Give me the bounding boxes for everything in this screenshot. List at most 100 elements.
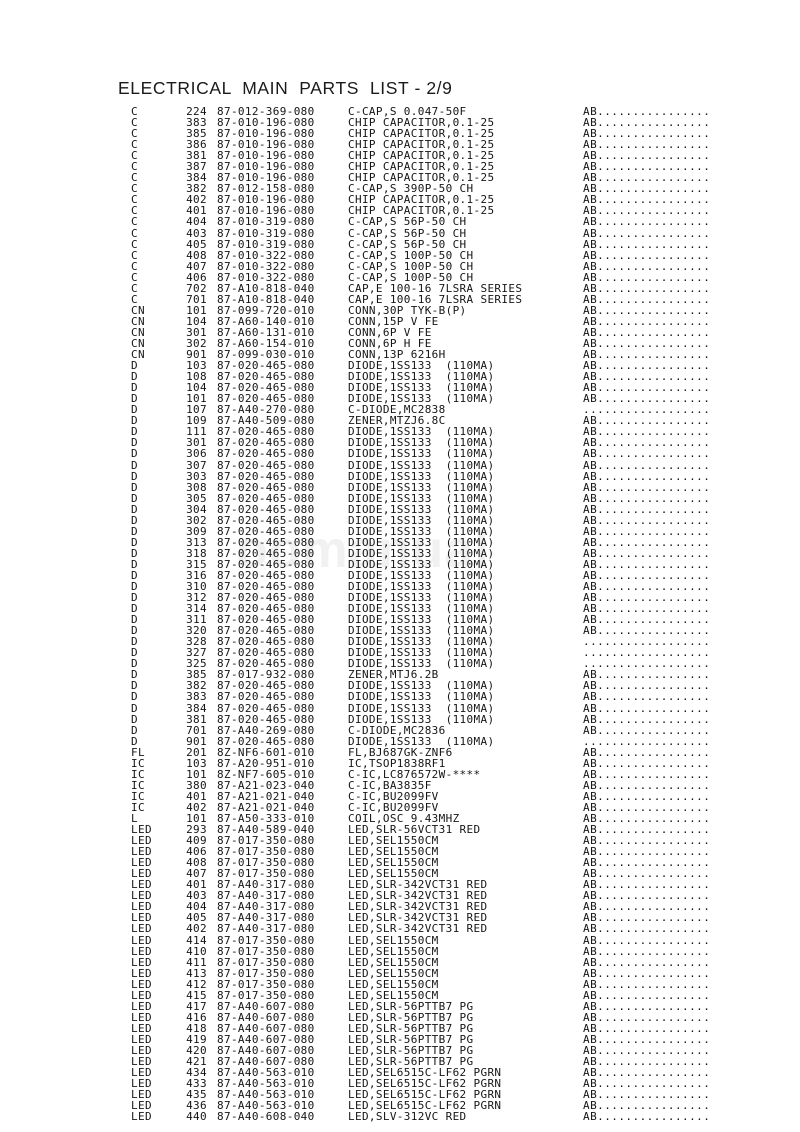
table-row: D 307 87-020-465-080 DIODE,1SS133 (110MA) AB… (131, 458, 783, 472)
cell-marking: AB................ (583, 226, 711, 240)
cell-marking: AB................ (583, 690, 711, 704)
cell-ref: D (131, 690, 138, 704)
cell-ref: LED (131, 1110, 152, 1124)
table-row: LED 414 87-017-350-080 LED,SEL1550CM AB.....… (131, 933, 783, 947)
cell-ref: LED (131, 922, 152, 936)
cell-marking: AB................ (583, 469, 711, 483)
cell-part-no: 87-A40-608-040 (217, 1110, 315, 1124)
table-row: C 405 87-010-319-080 C-CAP,S 56P-50 CH AB...… (131, 239, 783, 250)
parts-list-body: C 224 87-012-369-080 C-CAP,S 0.047-50F AB...… (131, 106, 783, 1122)
document-page: ELECTRICAL MAIN PARTS LIST - 2/9 oomanua… (0, 0, 800, 1132)
cell-description: DIODE,1SS133 (110MA) (348, 690, 495, 704)
cell-description: LED,SLV-312VC RED (348, 1110, 467, 1124)
cell-ref: D (131, 469, 138, 483)
cell-number: 306 (186, 447, 207, 461)
cell-description: C-CAP,S 56P-50 CH (348, 226, 467, 240)
cell-description: C-DIODE,MC2836 (348, 723, 446, 737)
cell-number: 383 (186, 690, 207, 704)
cell-ref: LED (131, 933, 152, 947)
table-row: LED 440 87-A40-608-040 LED,SLV-312VC RED AB.… (131, 1111, 783, 1122)
cell-part-no: 87-020-465-080 (217, 447, 315, 461)
cell-number: 307 (186, 458, 207, 472)
cell-marking: AB................ (583, 480, 711, 494)
cell-number: 403 (186, 226, 207, 240)
cell-marking: AB................ (583, 922, 711, 936)
table-row: D 303 87-020-465-080 DIODE,1SS133 (110MA) AB… (131, 469, 783, 483)
table-row: D 306 87-020-465-080 DIODE,1SS133 (110MA) AB… (131, 448, 783, 459)
table-row: LED 410 87-017-350-080 LED,SEL1550CM AB.....… (131, 946, 783, 957)
page-title: ELECTRICAL MAIN PARTS LIST - 2/9 (118, 78, 453, 98)
cell-marking: AB................ (583, 955, 711, 969)
cell-part-no: 87-010-319-080 (217, 215, 315, 229)
cell-number: 384 (186, 701, 207, 715)
cell-ref: D (131, 701, 138, 715)
cell-ref: D (131, 480, 138, 494)
cell-number: 411 (186, 955, 207, 969)
cell-description: DIODE,1SS133 (110MA) (348, 458, 495, 472)
table-row: C 408 87-010-322-080 C-CAP,S 100P-50 CH AB..… (131, 250, 783, 261)
cell-part-no: 87-017-350-080 (217, 955, 315, 969)
table-row: LED 411 87-017-350-080 LED,SEL1550CM AB.....… (131, 957, 783, 968)
table-row: D 308 87-020-465-080 DIODE,1SS133 (110MA) AB… (131, 482, 783, 493)
cell-number: 303 (186, 469, 207, 483)
cell-description: DIODE,1SS133 (110MA) (348, 701, 495, 715)
cell-part-no: 87-017-350-080 (217, 933, 315, 947)
cell-description: LED,SLR-342VCT31 RED (348, 922, 488, 936)
cell-marking: AB................ (583, 237, 711, 251)
table-row: LED 402 87-A40-317-080 LED,SLR-342VCT31 RED… (131, 923, 783, 934)
cell-number: 402 (186, 922, 207, 936)
cell-description: C-CAP,S 100P-50 CH (348, 248, 474, 262)
cell-ref: D (131, 458, 138, 472)
table-row: D 381 87-020-465-080 DIODE,1SS133 (110MA) AB… (131, 714, 783, 725)
cell-number: 440 (186, 1110, 207, 1124)
cell-part-no: 87-010-319-080 (217, 237, 315, 251)
cell-part-no: 87-A40-317-080 (217, 922, 315, 936)
cell-number: 408 (186, 248, 207, 262)
cell-marking: AB................ (583, 458, 711, 472)
cell-ref: C (131, 215, 138, 229)
cell-part-no: 87-017-350-080 (217, 944, 315, 958)
cell-ref: C (131, 226, 138, 240)
cell-ref: D (131, 447, 138, 461)
cell-description: DIODE,1SS133 (110MA) (348, 480, 495, 494)
cell-marking: AB................ (583, 701, 711, 715)
cell-ref: D (131, 712, 138, 726)
cell-ref: C (131, 248, 138, 262)
cell-part-no: 87-010-322-080 (217, 248, 315, 262)
table-row: D 384 87-020-465-080 DIODE,1SS133 (110MA) AB… (131, 701, 783, 715)
cell-part-no: 87-020-465-080 (217, 712, 315, 726)
cell-part-no: 87-020-465-080 (217, 690, 315, 704)
cell-number: 404 (186, 215, 207, 229)
cell-description: C-CAP,S 56P-50 CH (348, 215, 467, 229)
cell-ref: LED (131, 944, 152, 958)
cell-marking: AB................ (583, 1110, 711, 1124)
cell-description: LED,SEL1550CM (348, 955, 439, 969)
cell-part-no: 87-020-465-080 (217, 469, 315, 483)
table-row: D 701 87-A40-269-080 C-DIODE,MC2836 AB......… (131, 725, 783, 736)
table-row: D 383 87-020-465-080 DIODE,1SS133 (110MA) AB… (131, 691, 783, 702)
cell-number: 405 (186, 237, 207, 251)
cell-marking: AB................ (583, 944, 711, 958)
cell-number: 701 (186, 723, 207, 737)
cell-marking: AB................ (583, 215, 711, 229)
cell-description: LED,SEL1550CM (348, 933, 439, 947)
cell-part-no: 87-020-465-080 (217, 480, 315, 494)
table-row: C 403 87-010-319-080 C-CAP,S 56P-50 CH AB...… (131, 226, 783, 240)
cell-number: 414 (186, 933, 207, 947)
table-row: C 404 87-010-319-080 C-CAP,S 56P-50 CH AB...… (131, 216, 783, 227)
cell-part-no: 87-A40-269-080 (217, 723, 315, 737)
cell-description: LED,SEL1550CM (348, 944, 439, 958)
cell-marking: AB................ (583, 447, 711, 461)
cell-number: 410 (186, 944, 207, 958)
cell-marking: AB................ (583, 248, 711, 262)
cell-description: C-CAP,S 56P-50 CH (348, 237, 467, 251)
cell-part-no: 87-010-319-080 (217, 226, 315, 240)
cell-description: DIODE,1SS133 (110MA) (348, 447, 495, 461)
parts-list-table: C 224 87-012-369-080 C-CAP,S 0.047-50F AB...… (131, 106, 783, 1122)
cell-marking: AB................ (583, 723, 711, 737)
cell-part-no: 87-020-465-080 (217, 701, 315, 715)
cell-part-no: 87-020-465-080 (217, 458, 315, 472)
cell-ref: D (131, 723, 138, 737)
cell-ref: LED (131, 955, 152, 969)
cell-marking: AB................ (583, 933, 711, 947)
